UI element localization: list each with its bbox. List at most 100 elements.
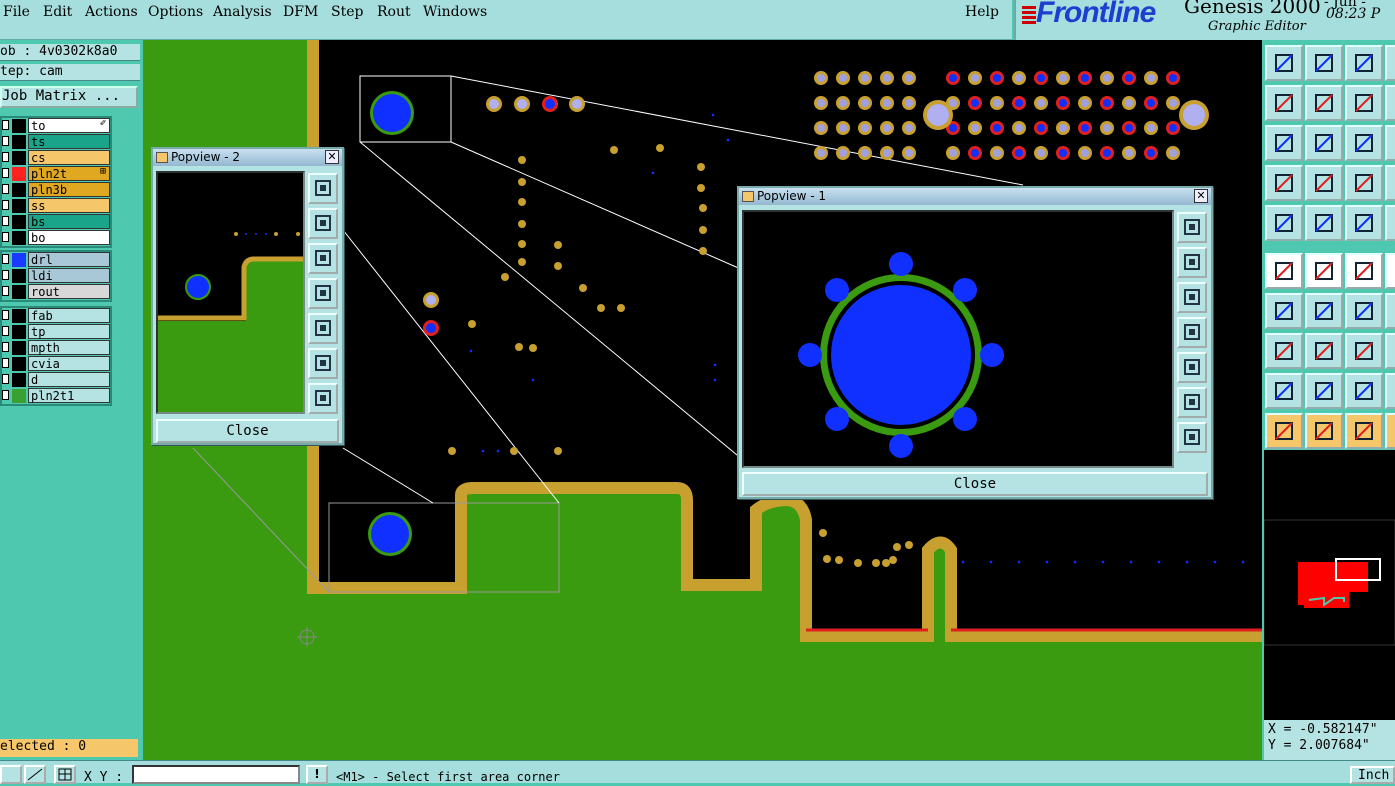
scale-button[interactable] [1345,125,1383,161]
popview-1-window[interactable]: Popview - 1 ✕ Close [737,186,1213,499]
layer-name[interactable]: bs [28,214,110,229]
menu-help[interactable]: Help [965,4,999,20]
layer-checkbox[interactable] [2,310,9,320]
layer-name[interactable]: ts [28,134,110,149]
layer-row[interactable]: ss [2,198,110,214]
popview-1-close-button[interactable]: Close [742,472,1208,496]
popview-2-close-button[interactable]: Close [156,419,339,443]
center-button[interactable] [1305,125,1343,161]
x-button[interactable] [1385,45,1395,81]
layer-row[interactable]: d [2,372,110,388]
snap-button[interactable] [0,765,22,784]
layers-button[interactable] [1345,165,1383,201]
pan-left-icon[interactable] [1177,317,1207,348]
menu-step[interactable]: Step [331,4,363,20]
layer-checkbox[interactable] [2,374,9,384]
layer-row[interactable]: cs [2,150,110,166]
layer-name[interactable]: pln3b [28,182,110,197]
cross-button[interactable] [1305,253,1343,289]
measure-button[interactable] [24,765,46,784]
layer-name[interactable]: pln2t1 [28,388,110,403]
layer-row[interactable]: mpth [2,340,110,356]
layer-name[interactable]: ss [28,198,110,213]
layer-row[interactable]: rout [2,284,110,300]
layer-name[interactable]: drl [28,252,110,267]
layer-name[interactable]: cs [28,150,110,165]
layer-checkbox[interactable] [2,152,9,162]
layer-name[interactable]: pln2t [28,166,110,181]
layer-row[interactable]: cvia [2,356,110,372]
layer-checkbox[interactable] [2,390,9,400]
layer-row[interactable]: ts [2,134,110,150]
layer-checkbox[interactable] [2,358,9,368]
zoom-out-icon[interactable] [1177,282,1207,313]
mirror-button[interactable] [1385,373,1395,409]
save-button[interactable] [1305,45,1343,81]
menu-windows[interactable]: Windows [423,4,487,20]
layer-row[interactable]: pln2t ⊞ [2,166,110,182]
ruler2-button[interactable] [1385,205,1395,241]
popview-2-titlebar[interactable]: Popview - 2 ✕ [153,149,342,166]
menu-analysis[interactable]: Analysis [213,4,272,20]
settings-button[interactable] [1265,165,1303,201]
layer-name[interactable]: tp [28,324,110,339]
zoom-out-icon[interactable] [308,243,338,274]
layer-name[interactable]: cvia [28,356,110,371]
layer-checkbox[interactable] [2,342,9,352]
rotate-button[interactable] [1345,293,1383,329]
info-button[interactable]: ! [306,765,328,784]
layer-checkbox[interactable] [2,200,9,210]
center-icon[interactable] [308,383,338,414]
select2-button[interactable] [1305,413,1343,449]
menu-edit[interactable]: Edit [43,4,72,20]
zoom-in-icon[interactable] [308,208,338,239]
zoom-fit-icon[interactable] [308,173,338,204]
popview-1-titlebar[interactable]: Popview - 1 ✕ [739,188,1211,205]
minus-button[interactable] [1305,333,1343,369]
select3-button[interactable] [1345,413,1383,449]
home-button[interactable] [1345,45,1383,81]
arrow-button[interactable] [1345,253,1383,289]
arch-button[interactable] [1345,373,1383,409]
zoom-extents-icon[interactable] [308,348,338,379]
layer-row[interactable]: tp [2,324,110,340]
ratio-button[interactable] [1385,85,1395,121]
pan-right-icon[interactable] [308,313,338,344]
connect-button[interactable] [1265,253,1303,289]
pan-right-icon[interactable] [1177,352,1207,383]
layer-checkbox[interactable] [2,136,9,146]
redo-button[interactable] [1305,85,1343,121]
layer-checkbox[interactable] [2,286,9,296]
close-icon[interactable]: ✕ [1194,189,1208,203]
dot-button[interactable] [1265,333,1303,369]
grid-button[interactable] [1305,165,1343,201]
tool-button[interactable] [1385,165,1395,201]
layer-checkbox[interactable] [2,254,9,264]
refresh-button[interactable] [1345,85,1383,121]
select-button[interactable] [1265,413,1303,449]
layer-name[interactable]: mpth [28,340,110,355]
menu-file[interactable]: File [3,4,30,20]
units-button[interactable]: Inch [1350,766,1395,784]
menu-dfm[interactable]: DFM [283,4,318,20]
popview-1-view[interactable] [742,210,1174,468]
grid-button[interactable] [54,765,76,784]
job-matrix-button[interactable]: Job Matrix ... [0,86,138,108]
zoom-fit-icon[interactable] [1177,212,1207,243]
layer-name[interactable]: ldi [28,268,110,283]
layer-row[interactable]: drl [2,252,110,268]
triangle-button[interactable] [1265,373,1303,409]
menu-options[interactable]: Options [148,4,203,20]
menu-actions[interactable]: Actions [85,4,138,20]
layer-checkbox[interactable] [2,216,9,226]
popview-2-view[interactable] [156,171,305,414]
xy-input[interactable] [132,765,300,784]
layer-name[interactable]: bo [28,230,110,245]
layer-checkbox[interactable] [2,120,9,130]
axis-button[interactable] [1385,293,1395,329]
slash-button[interactable] [1305,293,1343,329]
overview-map[interactable] [1263,450,1395,720]
split-button[interactable] [1345,333,1383,369]
zoom-extents-icon[interactable] [1177,387,1207,418]
fit-button[interactable] [1265,125,1303,161]
